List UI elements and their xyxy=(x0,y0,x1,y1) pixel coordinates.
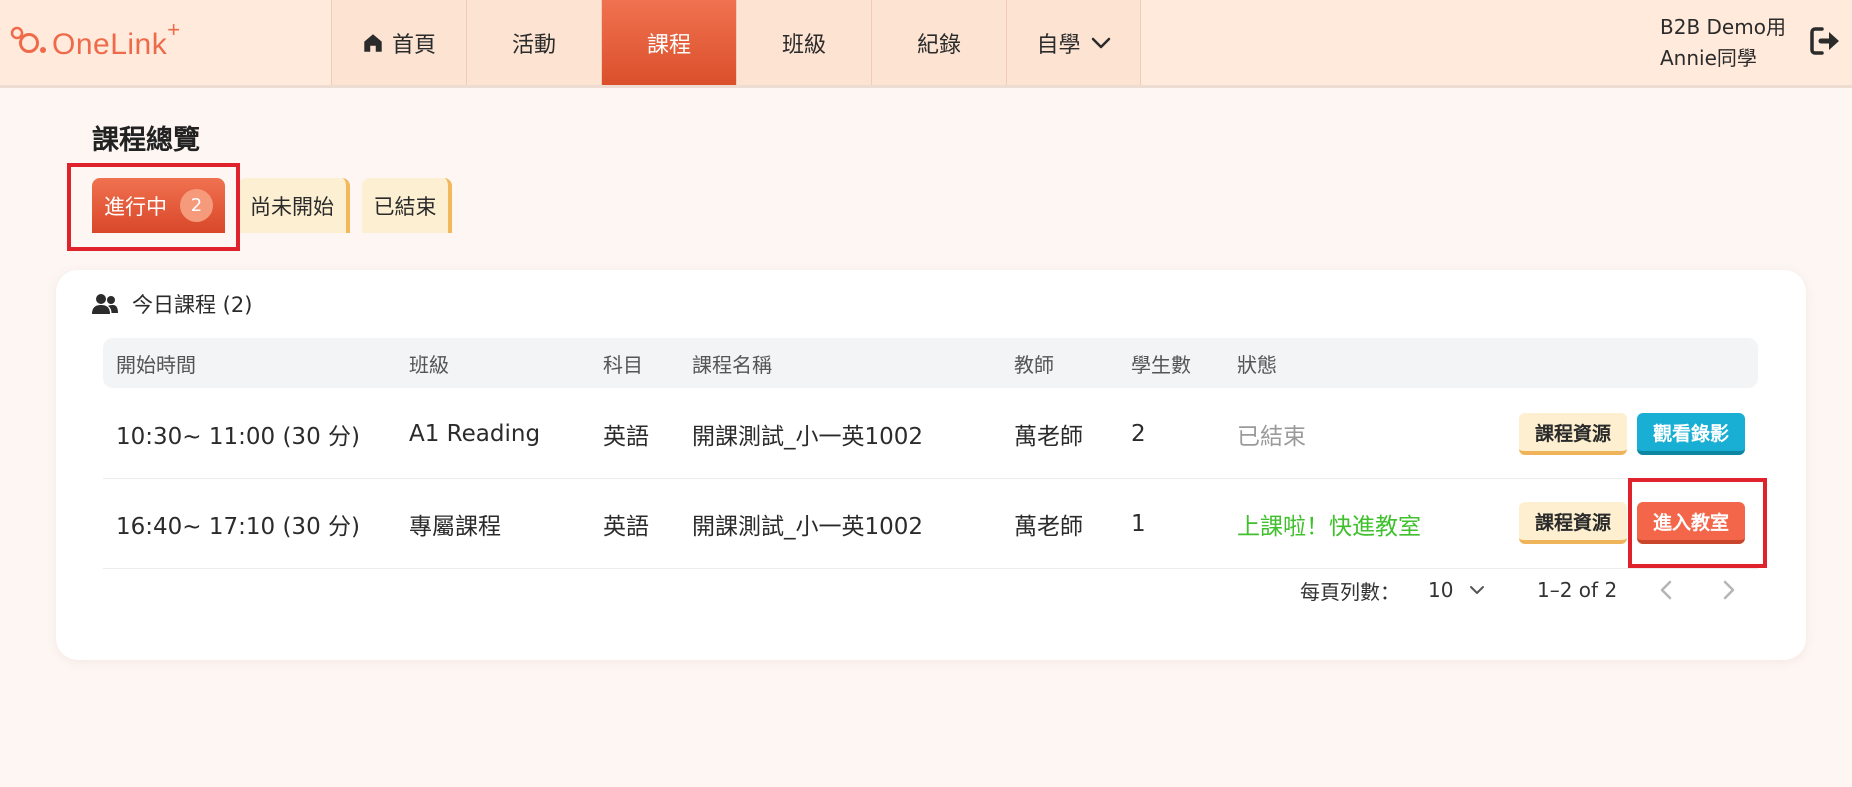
course-resources-button[interactable]: 課程資源 xyxy=(1519,413,1627,455)
home-icon xyxy=(364,33,382,52)
cell-teacher: 萬老師 xyxy=(1014,514,1083,540)
column-header-start-time: 開始時間 xyxy=(116,352,196,377)
cell-course-name: 開課測試_小一英1002 xyxy=(692,424,924,450)
table-header: 開始時間 班級 科目 課程名稱 教師 學生數 狀態 xyxy=(103,338,1758,388)
nav-item-courses[interactable]: 課程 xyxy=(601,0,736,85)
rows-per-page-select[interactable]: 10 xyxy=(1428,570,1485,610)
chevron-down-icon xyxy=(1470,586,1485,594)
pagination: 每頁列數： 10 1–2 of 2 xyxy=(56,570,1806,610)
nav-item-classes[interactable]: 班級 xyxy=(736,0,871,85)
nav-item-records[interactable]: 紀錄 xyxy=(871,0,1006,85)
cell-students: 1 xyxy=(1131,511,1146,537)
main-nav: 首頁 活動 課程 班級 紀錄 自學 xyxy=(331,0,1141,85)
column-header-teacher: 教師 xyxy=(1014,352,1054,377)
column-header-status: 狀態 xyxy=(1237,352,1277,377)
chevron-down-icon xyxy=(1091,37,1110,48)
rows-per-page-value: 10 xyxy=(1428,578,1454,602)
page-range: 1–2 of 2 xyxy=(1537,578,1618,602)
highlight-box-enter-classroom xyxy=(1628,478,1767,568)
nav-item-activities[interactable]: 活動 xyxy=(466,0,601,85)
logo-mark-icon xyxy=(10,24,50,60)
users-icon xyxy=(92,294,118,314)
today-courses-card: 今日課程 (2) 開始時間 班級 科目 課程名稱 教師 學生數 狀態 10:30… xyxy=(56,270,1806,660)
card-header: 今日課程 (2) xyxy=(92,284,252,324)
cell-subject: 英語 xyxy=(603,514,649,540)
nav-item-label: 活動 xyxy=(511,32,556,58)
column-header-students: 學生數 xyxy=(1131,352,1191,377)
next-page-button[interactable] xyxy=(1722,570,1736,610)
nav-item-label: 自學 xyxy=(1036,32,1081,58)
nav-item-label: 課程 xyxy=(646,32,691,58)
chevron-left-icon xyxy=(1660,580,1672,600)
column-header-class: 班級 xyxy=(409,352,449,377)
cell-subject: 英語 xyxy=(603,424,649,450)
tab-label: 尚未開始 xyxy=(250,194,334,219)
table-row: 10:30~ 11:00 (30 分) A1 Reading 英語 開課測試_小… xyxy=(103,390,1758,479)
nav-item-label: 首頁 xyxy=(391,32,436,58)
brand-name: OneLink+ xyxy=(52,16,181,61)
tab-not-started[interactable]: 尚未開始 xyxy=(238,178,350,233)
nav-item-label: 紀錄 xyxy=(916,32,961,58)
column-header-subject: 科目 xyxy=(603,352,643,377)
prev-page-button[interactable] xyxy=(1659,570,1673,610)
cell-start-time: 10:30~ 11:00 (30 分) xyxy=(116,424,360,450)
status-badge: 已結束 xyxy=(1237,424,1306,450)
tab-label: 已結束 xyxy=(373,194,437,219)
cell-class: A1 Reading xyxy=(409,421,541,447)
cell-students: 2 xyxy=(1131,421,1146,447)
logout-button[interactable] xyxy=(1810,26,1842,60)
user-org: B2B Demo用 xyxy=(1660,15,1786,39)
top-bar: OneLink+ 首頁 活動 課程 班級 紀錄 自學 B2B Demo用 Ann… xyxy=(0,0,1852,88)
column-header-course-name: 課程名稱 xyxy=(692,352,772,377)
card-title: 今日課程 (2) xyxy=(132,293,253,317)
nav-item-label: 班級 xyxy=(781,32,826,58)
table-row: 16:40~ 17:10 (30 分) 專屬課程 英語 開課測試_小一英1002… xyxy=(103,480,1758,569)
status-badge: 上課啦！快進教室 xyxy=(1237,514,1421,540)
page-title: 課程總覽 xyxy=(92,125,200,156)
chevron-right-icon xyxy=(1723,580,1735,600)
user-name: B2B Demo用 Annie同學 xyxy=(1660,12,1786,74)
cell-course-name: 開課測試_小一英1002 xyxy=(692,514,924,540)
rows-per-page-label: 每頁列數： xyxy=(1300,579,1400,604)
user-student: Annie同學 xyxy=(1660,46,1757,70)
highlight-box-tab xyxy=(67,163,240,251)
nav-item-home[interactable]: 首頁 xyxy=(331,0,466,85)
watch-recording-button[interactable]: 觀看錄影 xyxy=(1637,413,1745,455)
cell-teacher: 萬老師 xyxy=(1014,424,1083,450)
logout-icon xyxy=(1810,27,1839,55)
cell-class: 專屬課程 xyxy=(409,514,501,540)
cell-start-time: 16:40~ 17:10 (30 分) xyxy=(116,514,360,540)
course-resources-button[interactable]: 課程資源 xyxy=(1519,502,1627,544)
tab-ended[interactable]: 已結束 xyxy=(362,178,452,233)
brand-logo[interactable]: OneLink+ xyxy=(10,16,181,62)
nav-item-self-study[interactable]: 自學 xyxy=(1006,0,1141,85)
